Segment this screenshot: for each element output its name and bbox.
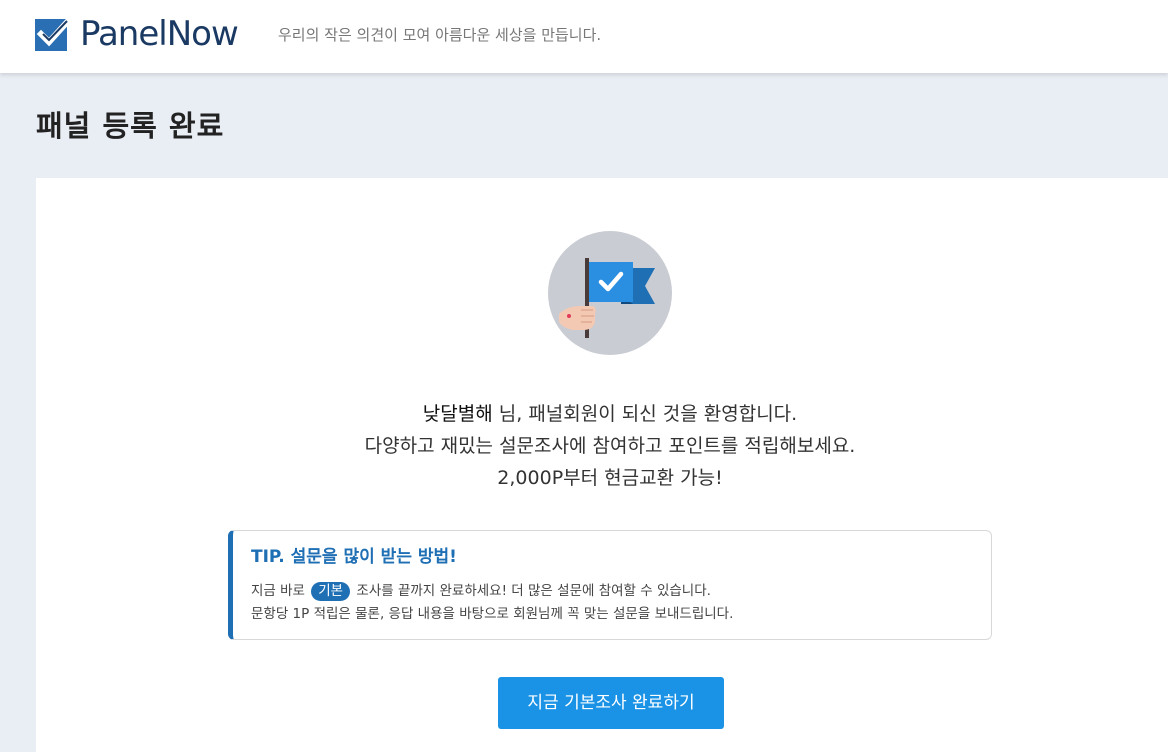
logo-text: PanelNow <box>80 14 239 54</box>
main-content: 낮달별해 님, 패널회원이 되신 것을 환영합니다. 다양하고 재밌는 설문조사… <box>36 178 1168 752</box>
tip-line-1-before: 지금 바로 <box>251 583 310 599</box>
welcome-message: 낮달별해 님, 패널회원이 되신 것을 환영합니다. 다양하고 재밌는 설문조사… <box>36 398 1168 494</box>
tip-line-1: 지금 바로 기본 조사를 끝까지 완료하세요! 더 많은 설문에 참여할 수 있… <box>251 581 711 601</box>
top-header: PanelNow 우리의 작은 의견이 모여 아름다운 세상을 만듭니다. <box>0 0 1168 73</box>
tip-line-1-after: 조사를 끝까지 완료하세요! 더 많은 설문에 참여할 수 있습니다. <box>352 583 711 599</box>
flag-check-icon <box>548 231 672 355</box>
welcome-line-2: 다양하고 재밌는 설문조사에 참여하고 포인트를 적립해보세요. <box>364 435 856 457</box>
welcome-line-1: 낮달별해 님, 패널회원이 되신 것을 환영합니다. <box>36 398 1168 430</box>
panelnow-logo[interactable]: PanelNow <box>34 14 239 54</box>
complete-basic-survey-button[interactable]: 지금 기본조사 완료하기 <box>498 677 724 729</box>
welcome-line-1-text: 님, 패널회원이 되신 것을 환영합니다. <box>492 403 798 425</box>
page-title: 패널 등록 완료 <box>36 109 225 143</box>
welcome-line-3: 2,000P부터 현금교환 가능! <box>497 467 723 489</box>
header-tagline: 우리의 작은 의견이 모여 아름다운 세상을 만듭니다. <box>278 26 602 44</box>
tip-line-2: 문항당 1P 적립은 물론, 응답 내용을 바탕으로 회원님께 꼭 맞는 설문을… <box>251 606 734 622</box>
user-nickname: 낮달별해 <box>422 403 493 425</box>
check-square-icon <box>35 15 72 51</box>
basic-badge: 기본 <box>311 582 351 601</box>
tip-box: TIP. 설문을 많이 받는 방법! 지금 바로 기본 조사를 끝까지 완료하세… <box>228 530 992 640</box>
tip-title: TIP. 설문을 많이 받는 방법! <box>251 547 457 567</box>
